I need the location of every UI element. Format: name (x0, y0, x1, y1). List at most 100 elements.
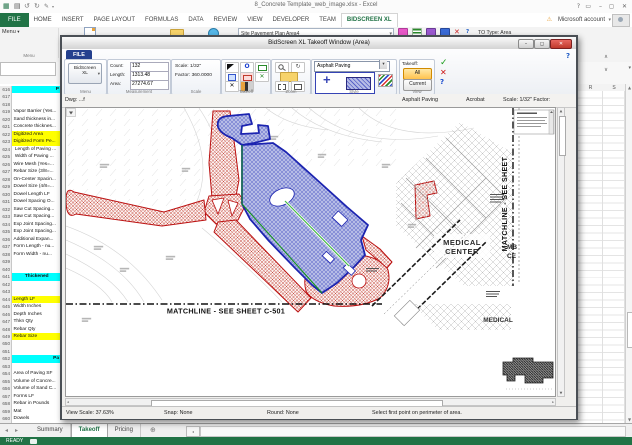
sheet-row-637[interactable]: 637Form Length - nu... (0, 243, 60, 250)
plan-vscroll-thumb[interactable] (559, 116, 566, 156)
avatar[interactable] (612, 14, 630, 27)
ribbon-tab-page-layout[interactable]: PAGE LAYOUT (89, 13, 140, 27)
sheet-row-652[interactable]: 652Pa (0, 355, 60, 362)
hscroll-left-box[interactable]: ◂ (186, 426, 200, 437)
sheet-row-616[interactable]: 616P (0, 86, 60, 93)
sheet-row-635[interactable]: 635Exp Joint Spacing... (0, 228, 60, 235)
ribbon-menu-button[interactable]: Menu ▾ (2, 29, 20, 35)
polyline-tool-icon[interactable]: ✕ (255, 72, 269, 83)
sheet-row-623[interactable]: 623Digitized Form Pe... (0, 138, 60, 145)
dialog-help-icon[interactable]: ? (566, 52, 570, 60)
account-label[interactable]: Microsoft account (558, 17, 605, 23)
sheet-row-658[interactable]: 658Rebar in Pounds (0, 400, 60, 407)
style-dropdown-icon[interactable]: ▾ (379, 60, 387, 69)
sheet-row-651[interactable]: 651 (0, 348, 60, 355)
sheet-row-629[interactable]: 629Dowel Size (4/8=... (0, 183, 60, 190)
area-tool-icon[interactable] (225, 62, 239, 73)
account-dropdown-icon[interactable]: ▾ (608, 17, 611, 23)
sheet-row-621[interactable]: 621Concrete thicknes... (0, 123, 60, 130)
ribbon-tab-review[interactable]: REVIEW (209, 13, 243, 27)
sheet-tab-summary[interactable]: Summary (30, 424, 71, 437)
sheet-row-655[interactable]: 655Volume of Concre... (0, 378, 60, 385)
sheet-row-618[interactable]: 618 (0, 101, 60, 108)
dialog-minimize-button[interactable]: – (518, 39, 534, 49)
cancel-icon[interactable]: ✕ (440, 68, 447, 77)
style-manager-icon[interactable] (378, 74, 393, 87)
grid-cells[interactable] (578, 91, 625, 423)
sheet-row-646[interactable]: 646Depth Inches (0, 311, 60, 318)
sheet-row-632[interactable]: 632Saw Cut Spacing... (0, 206, 60, 213)
name-box[interactable]: ▾ (0, 62, 56, 76)
sheet-row-627[interactable]: 627Rebar Size (3/8=... (0, 168, 60, 175)
sheet-row-628[interactable]: 628On-Center Spacin... (0, 176, 60, 183)
ribbon-tab-home[interactable]: HOME (29, 13, 57, 27)
sheet-row-642[interactable]: 642 (0, 281, 60, 288)
ribbon-tab-view[interactable]: VIEW (242, 13, 267, 27)
sheet-row-630[interactable]: 630Dowel Length LF (0, 191, 60, 198)
ribbon-tab-data[interactable]: DATA (183, 13, 208, 27)
maximize-window-icon[interactable]: ◻ (609, 2, 614, 11)
horizontal-scrollbar[interactable] (200, 426, 626, 437)
sheet-row-650[interactable]: 650 (0, 340, 60, 347)
sheet-row-660[interactable]: 660Dowels (0, 415, 60, 422)
add-sheet-icon[interactable]: ⊕ (150, 426, 156, 434)
vertical-scrollbar[interactable]: ▲ ▼ (625, 84, 632, 423)
scroll-up-icon[interactable]: ∧ (604, 54, 608, 60)
ribbon-tab-team[interactable]: TEAM (314, 13, 341, 27)
sheet-row-657[interactable]: 657Forms LF (0, 393, 60, 400)
sheet-row-631[interactable]: 631Dowel Spacing O... (0, 198, 60, 205)
circle-tool-icon[interactable]: O (240, 62, 254, 73)
sheet-row-641[interactable]: 641Thickened (0, 273, 60, 280)
ribbon-display-icon[interactable]: ▭ (585, 2, 591, 11)
ribbon-tab-developer[interactable]: DEVELOPER (268, 13, 315, 27)
sheet-tab-takeoff[interactable]: Takeoff (71, 424, 108, 437)
help-mark-icon[interactable]: ? (440, 78, 444, 86)
sheet-tab-pricing[interactable]: Pricing (108, 424, 141, 437)
sheet-row-620[interactable]: 620Sand thickness in... (0, 116, 60, 123)
rotate-icon[interactable]: ↻ (291, 62, 305, 73)
sheet-row-654[interactable]: 654Area of Paving SF (0, 370, 60, 377)
sheet-row-626[interactable]: 626Wire Mesh (Yes=... (0, 161, 60, 168)
notes-panel[interactable] (514, 110, 554, 134)
scrollbar-thumb[interactable] (627, 312, 632, 348)
sheet-row-622[interactable]: 622Digitized Area (0, 131, 60, 138)
dialog-maximize-button[interactable]: ◻ (534, 39, 550, 49)
sheet-row-638[interactable]: 638Form Width - nu... (0, 251, 60, 258)
sheet-row-640[interactable]: 640 (0, 266, 60, 273)
sheet-nav-left-icon[interactable]: ◂ (5, 427, 8, 434)
scroll-down-icon[interactable]: ∨ (604, 67, 608, 73)
canvas-corner-box[interactable] (67, 109, 76, 117)
sheet-row-634[interactable]: 634Exp Joint Spacing... (0, 221, 60, 228)
sheet-row-653[interactable]: 653 (0, 363, 60, 370)
sheet-row-619[interactable]: 619Vapor Barrier (Yes... (0, 108, 60, 115)
minimize-window-icon[interactable]: – (599, 2, 602, 11)
accept-icon[interactable]: ✓ (440, 58, 448, 68)
dialog-close-button[interactable]: ✕ (550, 39, 572, 49)
sheet-row-633[interactable]: 633Saw Cut Spacing... (0, 213, 60, 220)
plan-horizontal-scrollbar[interactable]: ◂ ▸ (65, 398, 556, 406)
ribbon-tab-formulas[interactable]: FORMULAS (140, 13, 183, 27)
sheet-row-617[interactable]: 617 (0, 93, 60, 100)
plan-vertical-scrollbar[interactable]: ▲ ▼ (557, 107, 565, 397)
zoom-in-icon[interactable] (275, 62, 289, 73)
ribbon-tab-file[interactable]: FILE (0, 13, 29, 27)
sheet-grid-right[interactable]: R S (578, 84, 625, 423)
sheet-row-643[interactable]: 643 (0, 288, 60, 295)
sheet-row-647[interactable]: 647Thkn Qty (0, 318, 60, 325)
sheet-row-625[interactable]: 625 Width of Paving ... (0, 153, 60, 160)
ribbon-tab-bidscreen-xl[interactable]: BIDSCREEN XL (341, 13, 398, 27)
sheet-nav-right-icon[interactable]: ▸ (15, 427, 18, 434)
view-all-button[interactable]: All (403, 68, 432, 80)
close-window-icon[interactable]: ✕ (622, 2, 627, 11)
sheet-row-624[interactable]: 624 Length of Paving ... (0, 146, 60, 153)
sheet-row-636[interactable]: 636Additional Expan... (0, 236, 60, 243)
rectangle-tool-icon[interactable] (255, 62, 269, 73)
plan-canvas[interactable]: MEDICAL CENTER MB CE MEDICAL MATCHLINE -… (65, 107, 556, 397)
bidscreen-menu-button[interactable]: BidScreen XL ▾ (68, 63, 102, 84)
ribbon-tab-insert[interactable]: INSERT (57, 13, 89, 27)
help-window-icon[interactable]: ? (577, 2, 580, 11)
macro-record-icon[interactable] (30, 439, 37, 444)
sheet-row-649[interactable]: 649Rebar Size (0, 333, 60, 340)
sheet-row-645[interactable]: 645Width Inches (0, 303, 60, 310)
sheet-row-656[interactable]: 656Volume of Sand C... (0, 385, 60, 392)
